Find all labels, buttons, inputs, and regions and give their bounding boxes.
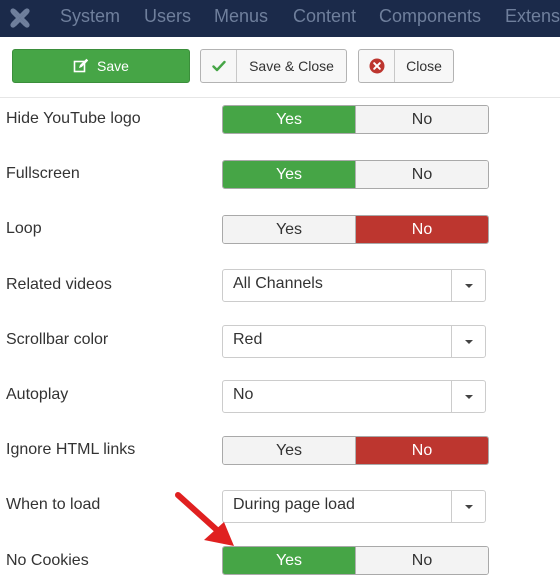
- nav-components[interactable]: Components: [379, 0, 481, 37]
- ignore-html-links-toggle: Yes No: [222, 436, 489, 465]
- field-label-autoplay: Autoplay: [6, 386, 69, 403]
- toggle-yes-option[interactable]: Yes: [223, 216, 355, 243]
- field-label-loop: Loop: [6, 220, 42, 237]
- save-button-label: Save: [97, 58, 129, 74]
- toolbar: Save Save & Close Close: [0, 37, 560, 98]
- save-close-button[interactable]: Save & Close: [200, 49, 347, 83]
- save-close-button-label: Save & Close: [249, 58, 334, 74]
- toggle-yes-option[interactable]: Yes: [223, 106, 355, 133]
- close-button[interactable]: Close: [358, 49, 454, 83]
- dropdown-toggle[interactable]: [451, 270, 485, 301]
- toggle-no-option[interactable]: No: [355, 161, 488, 188]
- admin-menu-bar: System Users Menus Content Components Ex…: [0, 0, 560, 37]
- edit-icon: [73, 58, 89, 73]
- field-label-when-to-load: When to load: [6, 496, 101, 513]
- toggle-no-option[interactable]: No: [355, 437, 488, 464]
- field-label-no-cookies: No Cookies: [6, 552, 89, 569]
- field-label-scrollbar-color: Scrollbar color: [6, 331, 109, 348]
- toggle-yes-option[interactable]: Yes: [223, 437, 355, 464]
- select-value: Red: [233, 331, 263, 348]
- loop-toggle: Yes No: [222, 215, 489, 244]
- field-label-hide-youtube-logo: Hide YouTube logo: [6, 110, 141, 127]
- fullscreen-toggle: Yes No: [222, 160, 489, 189]
- field-label-fullscreen: Fullscreen: [6, 165, 80, 182]
- related-videos-select[interactable]: All Channels: [222, 269, 486, 302]
- caret-down-icon: [464, 504, 473, 509]
- nav-content[interactable]: Content: [293, 0, 356, 37]
- nav-extensions[interactable]: Extens: [505, 0, 560, 37]
- dropdown-toggle[interactable]: [451, 381, 485, 412]
- field-label-related-videos: Related videos: [6, 276, 112, 293]
- toggle-no-option[interactable]: No: [355, 216, 488, 243]
- autoplay-select[interactable]: No: [222, 380, 486, 413]
- save-button[interactable]: Save: [12, 49, 190, 83]
- toggle-no-option[interactable]: No: [355, 547, 488, 574]
- caret-down-icon: [464, 283, 473, 288]
- nav-users[interactable]: Users: [144, 0, 191, 37]
- hide-youtube-logo-toggle: Yes No: [222, 105, 489, 134]
- dropdown-toggle[interactable]: [451, 491, 485, 522]
- joomla-logo-icon[interactable]: [5, 3, 35, 33]
- select-value: No: [233, 386, 254, 403]
- check-icon: [201, 50, 237, 82]
- select-value: During page load: [233, 496, 355, 513]
- caret-down-icon: [464, 339, 473, 344]
- nav-system[interactable]: System: [60, 0, 120, 37]
- toggle-no-option[interactable]: No: [355, 106, 488, 133]
- when-to-load-select[interactable]: During page load: [222, 490, 486, 523]
- toggle-yes-option[interactable]: Yes: [223, 161, 355, 188]
- no-cookies-toggle: Yes No: [222, 546, 489, 575]
- red-arrow-icon: [175, 492, 234, 546]
- close-circle-icon: [359, 50, 395, 82]
- select-value: All Channels: [233, 275, 323, 292]
- close-button-label: Close: [406, 58, 442, 74]
- caret-down-icon: [464, 394, 473, 399]
- dropdown-toggle[interactable]: [451, 326, 485, 357]
- field-label-ignore-html-links: Ignore HTML links: [6, 441, 136, 458]
- toggle-yes-option[interactable]: Yes: [223, 547, 355, 574]
- scrollbar-color-select[interactable]: Red: [222, 325, 486, 358]
- nav-menus[interactable]: Menus: [214, 0, 268, 37]
